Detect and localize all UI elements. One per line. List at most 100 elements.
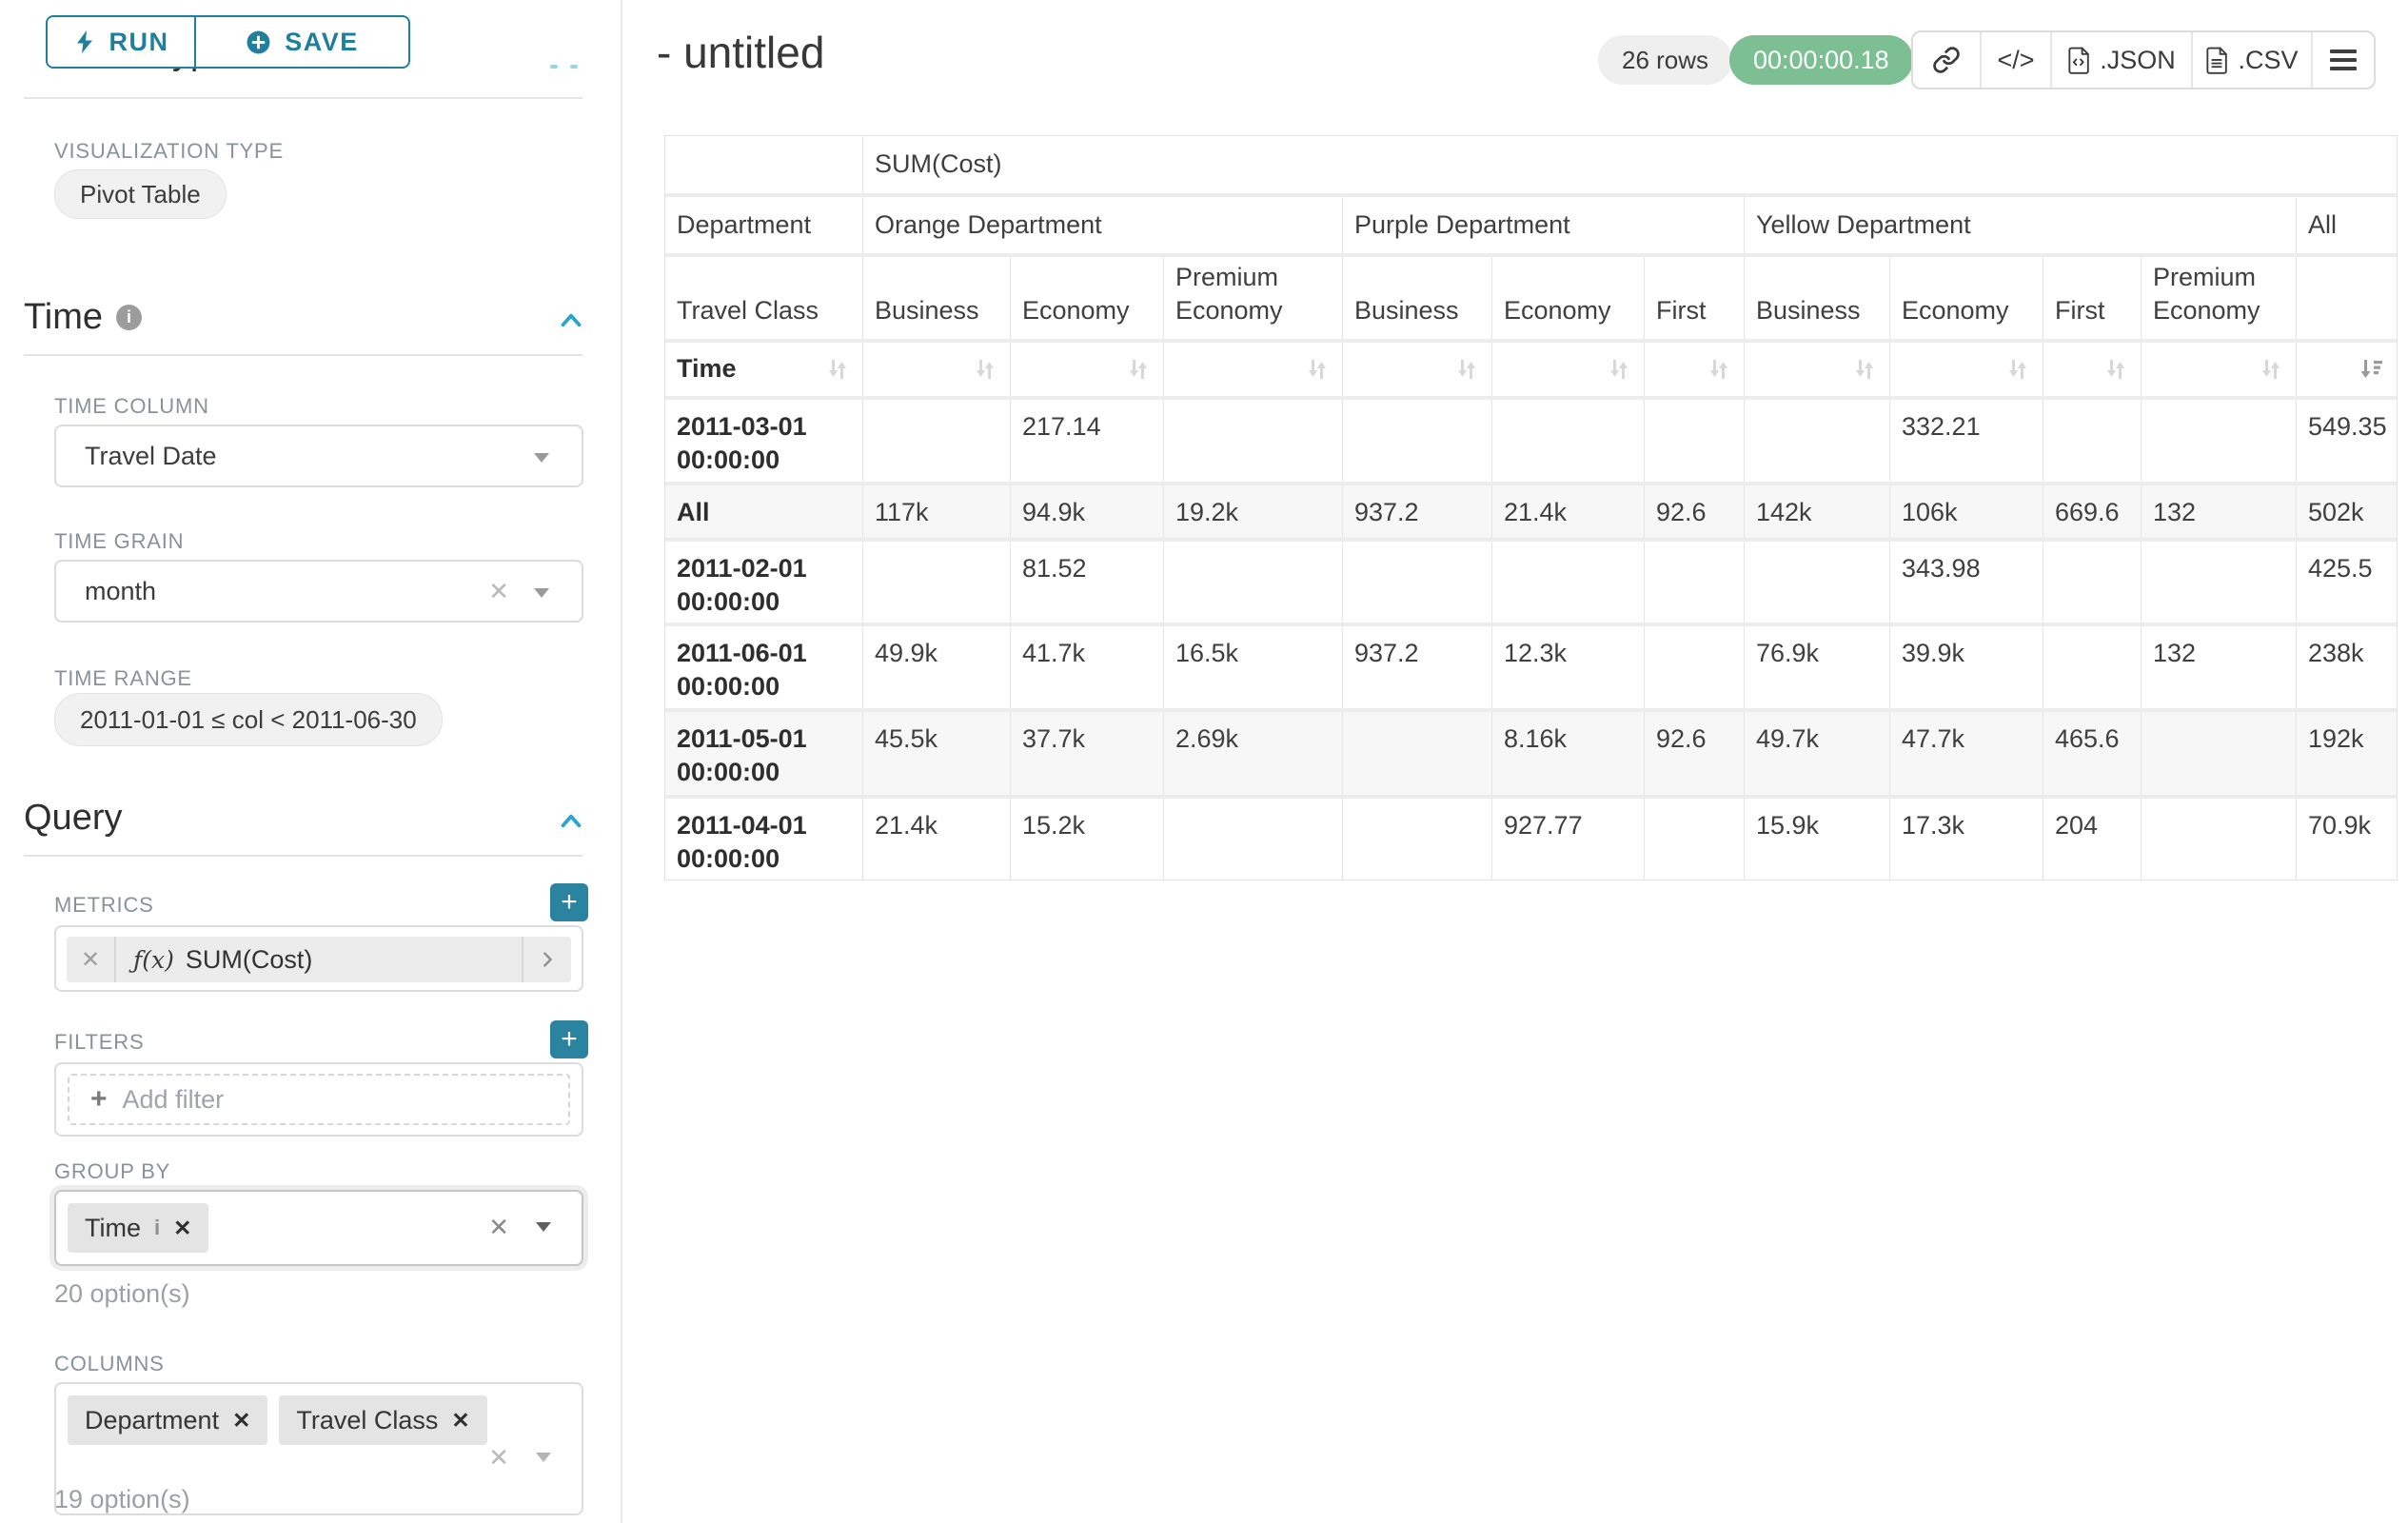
cell-value: 45.5k	[863, 712, 1011, 795]
lightning-icon	[73, 30, 96, 54]
add-filter-button[interactable]: + Add filter	[68, 1074, 570, 1125]
groupby-options-count: 20 option(s)	[54, 1279, 190, 1309]
sort-icon[interactable]	[1606, 356, 1632, 383]
cell-value	[1164, 400, 1343, 482]
save-button[interactable]: SAVE	[195, 15, 410, 69]
chevron-down-icon[interactable]	[536, 1453, 551, 1462]
class-header-cell: First	[1645, 257, 1745, 339]
cell-value: 204	[2043, 799, 2142, 880]
cell-value	[2043, 400, 2142, 482]
sort-icon[interactable]	[1851, 356, 1878, 383]
chevron-down-icon[interactable]	[534, 453, 549, 463]
columns-chip-travel-class[interactable]: Travel Class ✕	[279, 1395, 486, 1445]
sort-cell	[1164, 343, 1343, 396]
metric-chip[interactable]: ✕ ƒ(x) SUM(Cost)	[67, 937, 571, 982]
sort-icon[interactable]	[2004, 356, 2031, 383]
remove-chip-icon[interactable]: ✕	[232, 1408, 250, 1434]
metric-name: SUM(Cost)	[186, 945, 313, 975]
class-header-cell: First	[2043, 257, 2142, 339]
table-row: 2011-06-01 00:00:0049.9k41.7k16.5k937.21…	[665, 626, 2397, 708]
filters-box: + Add filter	[54, 1062, 583, 1137]
time-column-label: TIME COLUMN	[54, 394, 209, 419]
clear-icon[interactable]: ✕	[488, 1213, 509, 1242]
view-query-button[interactable]: </>	[1980, 32, 2050, 88]
menu-button[interactable]	[2311, 32, 2374, 88]
clear-icon[interactable]: ✕	[488, 577, 509, 606]
cell-value: 2.69k	[1164, 712, 1343, 795]
chart-title[interactable]: - untitled	[657, 27, 824, 78]
row-label: 2011-03-01 00:00:00	[665, 400, 863, 482]
panel-resize-dots	[550, 65, 558, 69]
cell-value	[863, 400, 1011, 482]
time-section-label: Time	[24, 297, 103, 337]
cell-value: 132	[2142, 626, 2297, 708]
cell-value: 19.2k	[1164, 485, 1343, 538]
chevron-up-icon[interactable]	[555, 305, 587, 337]
groupby-select[interactable]: Time i ✕ ✕	[54, 1190, 583, 1266]
table-row: SUM(Cost)	[665, 136, 2397, 193]
sort-icon[interactable]	[972, 356, 998, 383]
travel-class-header-cell: Travel Class	[665, 257, 863, 339]
export-json-button[interactable]: .JSON	[2050, 32, 2191, 88]
time-range-label: TIME RANGE	[54, 666, 192, 691]
divider	[24, 97, 582, 99]
sort-icon[interactable]	[824, 356, 851, 383]
cell-value: 117k	[863, 485, 1011, 538]
query-timer-badge: 00:00:00.18	[1729, 35, 1913, 85]
cell-value	[1492, 400, 1645, 482]
cell-value: 47.7k	[1890, 712, 2043, 795]
sort-icon[interactable]	[1304, 356, 1331, 383]
export-csv-button[interactable]: .CSV	[2191, 32, 2311, 88]
cell-value	[1164, 799, 1343, 880]
cell-value: 332.21	[1890, 400, 2043, 482]
remove-chip-icon[interactable]: ✕	[451, 1408, 469, 1434]
clear-icon[interactable]: ✕	[488, 1443, 509, 1473]
add-filter-plus-button[interactable]: +	[550, 1020, 588, 1058]
time-range-pill[interactable]: 2011-01-01 ≤ col < 2011-06-30	[54, 693, 443, 746]
cell-value	[1645, 542, 1745, 623]
sort-icon[interactable]	[1125, 356, 1152, 383]
share-link-button[interactable]	[1913, 32, 1980, 88]
chevron-down-icon[interactable]	[536, 1222, 551, 1232]
control-panel: Chart Type RUN SAVE VISUALIZATION TYPE P…	[0, 0, 622, 1523]
link-icon	[1932, 46, 1961, 74]
col-group-header: All	[2297, 197, 2397, 253]
filters-label: FILTERS	[54, 1030, 144, 1055]
columns-chip-department[interactable]: Department ✕	[68, 1395, 267, 1445]
cell-value: 92.6	[1645, 712, 1745, 795]
remove-chip-icon[interactable]: ✕	[173, 1216, 191, 1241]
run-button[interactable]: RUN	[46, 15, 195, 69]
cell-value: 937.2	[1343, 626, 1492, 708]
chevron-up-icon[interactable]	[555, 805, 587, 838]
remove-metric-icon[interactable]: ✕	[67, 937, 116, 982]
time-column-select[interactable]: Travel Date	[54, 425, 583, 487]
cell-value	[863, 542, 1011, 623]
chevron-down-icon[interactable]	[534, 588, 549, 598]
col-group-header: Yellow Department	[1745, 197, 2297, 253]
time-grain-select[interactable]: month ✕	[54, 560, 583, 623]
table-row: 2011-03-01 00:00:00217.14332.21549.35	[665, 400, 2397, 482]
sort-icon[interactable]	[1706, 356, 1732, 383]
table-row: All117k94.9k19.2k937.221.4k92.6142k106k6…	[665, 485, 2397, 538]
add-metric-button[interactable]: +	[550, 883, 588, 921]
run-button-label: RUN	[109, 28, 169, 57]
sort-descending-icon[interactable]	[2359, 356, 2385, 383]
sort-icon[interactable]	[2102, 356, 2129, 383]
cell-value: 15.9k	[1745, 799, 1890, 880]
chevron-right-icon[interactable]	[522, 937, 571, 982]
cell-value: 425.5	[2297, 542, 2397, 623]
department-header-cell: Department	[665, 197, 863, 253]
sort-icon[interactable]	[2258, 356, 2284, 383]
sort-icon[interactable]	[1453, 356, 1480, 383]
cell-value: 343.98	[1890, 542, 2043, 623]
sort-cell	[1890, 343, 2043, 396]
groupby-chip-time[interactable]: Time i ✕	[68, 1203, 208, 1253]
info-icon[interactable]: i	[154, 1216, 160, 1240]
cell-value: 70.9k	[2297, 799, 2397, 880]
table-row: Travel ClassBusinessEconomyPremium Econo…	[665, 257, 2397, 339]
info-icon[interactable]: i	[116, 305, 142, 330]
columns-label: COLUMNS	[54, 1352, 165, 1376]
metric-header-cell: SUM(Cost)	[863, 136, 2397, 193]
viz-type-pill[interactable]: Pivot Table	[54, 169, 227, 219]
chip-label: Travel Class	[296, 1406, 438, 1435]
